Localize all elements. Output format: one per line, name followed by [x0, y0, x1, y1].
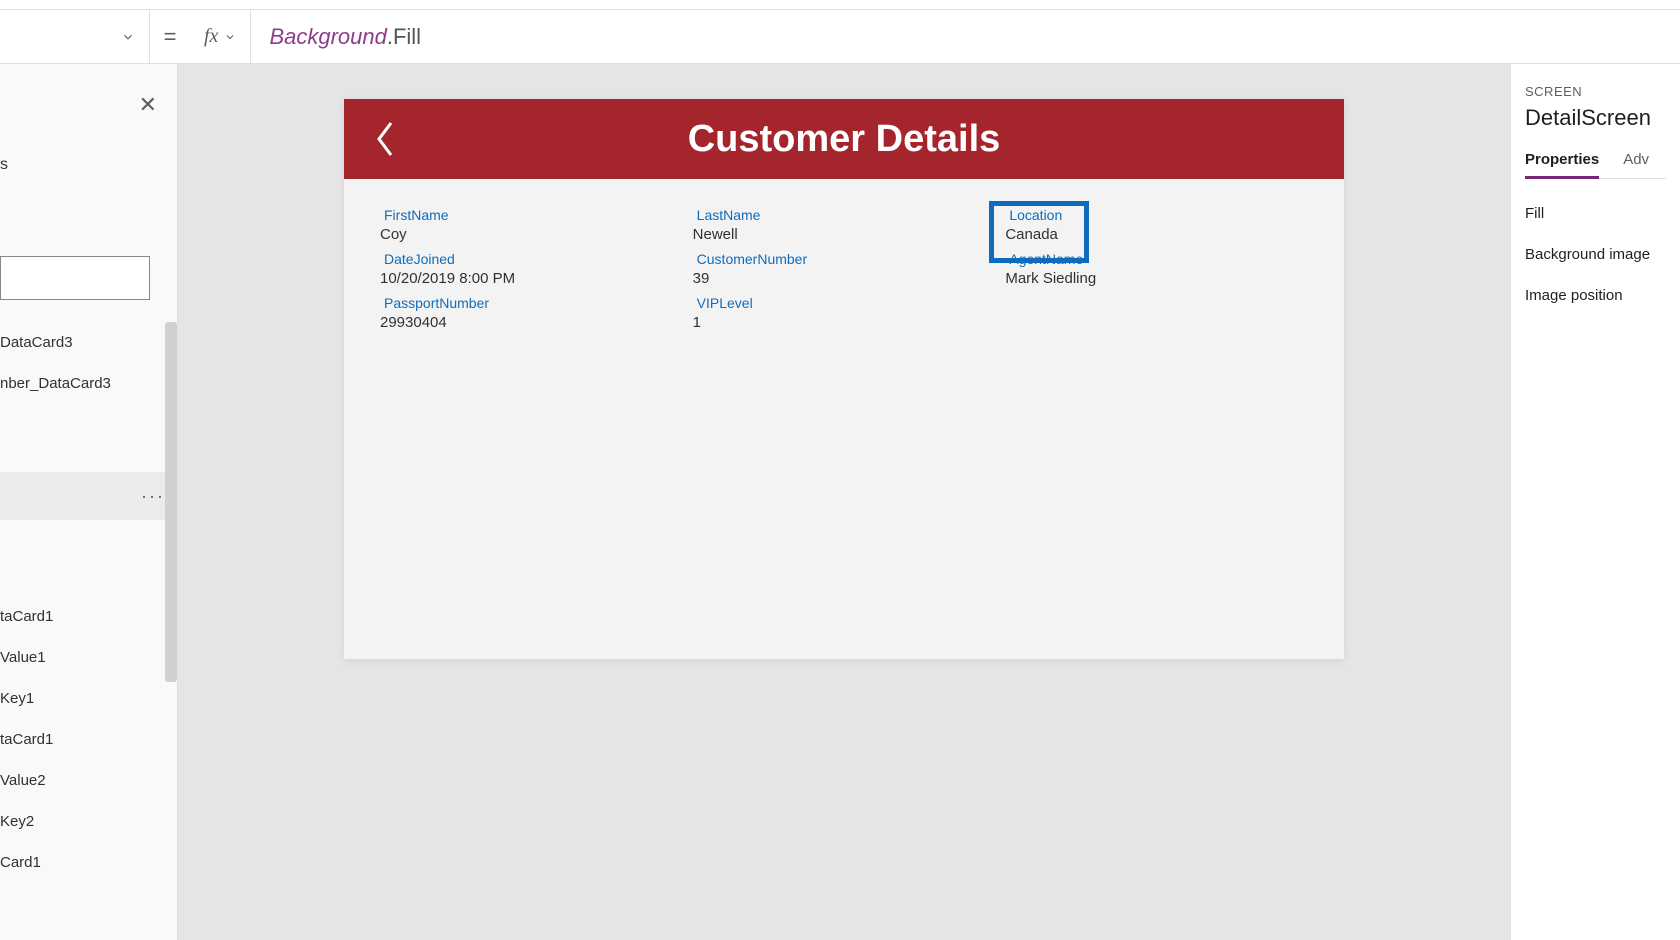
card-label: PassportNumber: [380, 295, 683, 311]
tree-item[interactable]: nber_DataCard3: [0, 363, 177, 404]
datacard-agentname[interactable]: AgentName Mark Siedling: [1005, 251, 1308, 289]
search-input[interactable]: [0, 256, 150, 300]
card-value: Coy: [380, 226, 683, 243]
properties-tabs: Properties Adv: [1525, 151, 1666, 179]
tree-view-panel: ✕ s DataCard3 nber_DataCard3 ··· taCard1…: [0, 64, 178, 940]
datacard-firstname[interactable]: FirstName Coy: [380, 207, 683, 245]
card-label: CustomerNumber: [693, 251, 996, 267]
tree-item[interactable]: taCard1: [0, 719, 177, 760]
card-value: Newell: [693, 226, 996, 243]
card-value: 39: [693, 270, 996, 287]
property-fill[interactable]: Fill: [1525, 205, 1666, 222]
tree-item[interactable]: Value2: [0, 760, 177, 801]
chevron-down-icon: [121, 30, 135, 44]
formula-bar: = fx Background.Fill: [0, 10, 1680, 64]
tree-list: DataCard3 nber_DataCard3 ··· taCard1 Val…: [0, 322, 177, 883]
detail-screen[interactable]: Customer Details FirstName Coy LastName …: [344, 99, 1344, 659]
property-dropdown[interactable]: [0, 10, 150, 64]
object-name: DetailScreen: [1525, 105, 1666, 131]
card-value: 29930404: [380, 314, 683, 331]
tree-item[interactable]: Key1: [0, 678, 177, 719]
datacard-location[interactable]: Location Canada: [1005, 207, 1308, 245]
more-icon[interactable]: ···: [141, 486, 165, 507]
card-label: VIPLevel: [693, 295, 996, 311]
object-type-label: SCREEN: [1525, 84, 1666, 99]
chevron-down-icon: [224, 31, 236, 43]
card-value: 10/20/2019 8:00 PM: [380, 270, 683, 287]
tree-item[interactable]: Key2: [0, 801, 177, 842]
top-menu-strip: [0, 0, 1680, 10]
formula-token-ident: Background: [269, 24, 386, 50]
close-icon[interactable]: ✕: [139, 94, 157, 116]
property-background-image[interactable]: Background image: [1525, 246, 1666, 263]
screen-header: Customer Details: [344, 99, 1344, 179]
property-image-position[interactable]: Image position: [1525, 287, 1666, 304]
tree-item-selected[interactable]: ···: [0, 472, 177, 520]
detail-form: FirstName Coy LastName Newell Location C…: [344, 179, 1344, 659]
card-label: FirstName: [380, 207, 683, 223]
fx-button[interactable]: fx: [190, 10, 251, 63]
card-value: Mark Siedling: [1005, 270, 1308, 287]
card-label: AgentName: [1005, 251, 1308, 267]
datacard-viplevel[interactable]: VIPLevel 1: [693, 295, 996, 333]
page-title: Customer Details: [344, 118, 1344, 161]
property-list: Fill Background image Image position: [1525, 205, 1666, 304]
card-label: DateJoined: [380, 251, 683, 267]
datacard-datejoined[interactable]: DateJoined 10/20/2019 8:00 PM: [380, 251, 683, 289]
formula-input[interactable]: Background.Fill: [251, 10, 1680, 63]
tab-advanced[interactable]: Adv: [1623, 151, 1649, 178]
card-value: 1: [693, 314, 996, 331]
datacard-customernumber[interactable]: CustomerNumber 39: [693, 251, 996, 289]
card-value: Canada: [1005, 226, 1308, 243]
tree-item[interactable]: taCard1: [0, 596, 177, 637]
back-icon[interactable]: [370, 119, 400, 159]
tab-properties[interactable]: Properties: [1525, 151, 1599, 179]
fx-label: fx: [204, 25, 218, 48]
tree-item[interactable]: Card1: [0, 842, 177, 883]
properties-panel: SCREEN DetailScreen Properties Adv Fill …: [1510, 64, 1680, 940]
workspace: ✕ s DataCard3 nber_DataCard3 ··· taCard1…: [0, 64, 1680, 940]
card-label: Location: [1005, 207, 1308, 223]
tree-item[interactable]: DataCard3: [0, 322, 177, 363]
canvas[interactable]: Customer Details FirstName Coy LastName …: [178, 64, 1510, 940]
datacard-passportnumber[interactable]: PassportNumber 29930404: [380, 295, 683, 333]
formula-token-prop: .Fill: [387, 24, 421, 50]
tree-heading: s: [0, 156, 8, 174]
tree-item[interactable]: Value1: [0, 637, 177, 678]
scrollbar[interactable]: [165, 322, 177, 682]
datacard-lastname[interactable]: LastName Newell: [693, 207, 996, 245]
equals-label: =: [150, 24, 190, 50]
card-label: LastName: [693, 207, 996, 223]
